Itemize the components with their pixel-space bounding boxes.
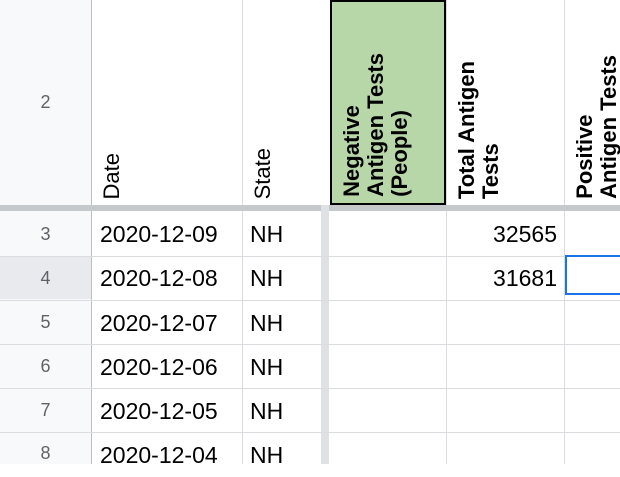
cell-total[interactable] <box>447 390 557 433</box>
cell-negative[interactable] <box>331 346 443 389</box>
cell-date[interactable]: 2020-12-04 <box>100 434 218 477</box>
row-header-5[interactable]: 5 <box>0 312 91 333</box>
cell-negative[interactable] <box>331 434 443 477</box>
grid-line <box>0 300 620 301</box>
cell-date[interactable]: 2020-12-08 <box>100 257 218 300</box>
cell-positive[interactable] <box>566 390 620 433</box>
cell-negative[interactable] <box>331 257 443 300</box>
row-header-3[interactable]: 3 <box>0 224 91 245</box>
header-cell-negative-antigen-tests[interactable]: Negative Antigen Tests (People) <box>330 0 446 205</box>
cell-date[interactable]: 2020-12-07 <box>100 302 218 345</box>
cell-total[interactable] <box>447 302 557 345</box>
frozen-row-divider[interactable] <box>0 205 620 211</box>
header-positive-antigen-label: Positive Antigen Tests <box>572 55 620 199</box>
cell-negative[interactable] <box>331 302 443 345</box>
frozen-column-divider[interactable] <box>321 205 329 464</box>
cell-state[interactable]: NH <box>250 257 283 300</box>
row-header-2[interactable]: 2 <box>0 92 91 113</box>
header-cell-total-antigen-tests[interactable]: Total Antigen Tests <box>447 0 564 205</box>
cell-total[interactable] <box>447 434 557 477</box>
cell-state[interactable]: NH <box>250 213 283 256</box>
cell-positive[interactable] <box>566 346 620 389</box>
row-header-4[interactable]: 4 <box>0 257 91 299</box>
row-header-6[interactable]: 6 <box>0 356 91 377</box>
header-state-label: State <box>250 147 275 199</box>
cell-negative[interactable] <box>331 390 443 433</box>
active-cell-selection[interactable] <box>565 255 620 295</box>
cell-positive[interactable] <box>566 302 620 345</box>
cell-positive[interactable] <box>566 213 620 256</box>
cell-state[interactable]: NH <box>250 434 283 477</box>
row-header-8[interactable]: 8 <box>0 443 91 464</box>
header-cell-state[interactable]: State <box>243 0 321 205</box>
row-header-column: 2 3 4 5 6 7 8 <box>0 0 92 464</box>
cell-positive[interactable] <box>566 434 620 477</box>
header-date-label: Date <box>99 152 124 199</box>
cell-state[interactable]: NH <box>250 302 283 345</box>
row-header-7[interactable]: 7 <box>0 400 91 421</box>
cell-date[interactable]: 2020-12-06 <box>100 346 218 389</box>
cell-total[interactable]: 32565 <box>447 213 557 256</box>
header-negative-antigen-label: Negative Antigen Tests (People) <box>339 53 412 197</box>
cell-date[interactable]: 2020-12-05 <box>100 390 218 433</box>
cell-negative[interactable] <box>331 213 443 256</box>
cell-state[interactable]: NH <box>250 346 283 389</box>
header-total-antigen-label: Total Antigen Tests <box>454 60 503 199</box>
cell-date[interactable]: 2020-12-09 <box>100 213 218 256</box>
header-cell-positive-antigen-tests[interactable]: Positive Antigen Tests <box>565 0 620 205</box>
cell-state[interactable]: NH <box>250 390 283 433</box>
cell-total[interactable]: 31681 <box>447 257 557 300</box>
cell-total[interactable] <box>447 346 557 389</box>
header-cell-date[interactable]: Date <box>92 0 242 205</box>
